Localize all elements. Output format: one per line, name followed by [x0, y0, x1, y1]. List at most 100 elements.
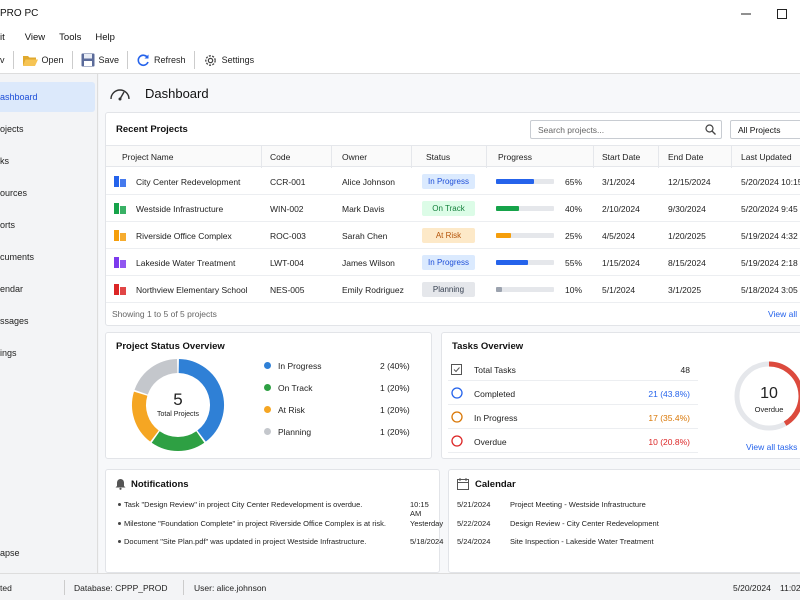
status-bar: ted Database: CPPP_PROD User: alice.john…	[0, 573, 800, 600]
toolbar: v Open Save Refresh Settings	[0, 47, 800, 74]
sidebar-collapse-button[interactable]: apse	[0, 538, 95, 568]
water-drop-icon	[113, 255, 127, 271]
calendar-event: Site Inspection - Lakeside Water Treatme…	[510, 537, 654, 546]
sidebar-item-documents[interactable]: cuments	[0, 242, 95, 272]
table-row[interactable]: Riverside Office Complex ROC-003 Sarah Che…	[106, 222, 800, 249]
last-updated: 5/20/2024 9:45	[741, 204, 798, 214]
toolbar-separator	[12, 51, 14, 69]
table-row[interactable]: Northview Elementary School NES-005 Emily …	[106, 276, 800, 303]
calendar-item[interactable]: 5/22/2024 Design Review - City Center Red…	[457, 519, 797, 537]
sidebar-item-label: ssages	[0, 316, 29, 326]
progress-fill	[496, 179, 534, 184]
column-header[interactable]: Progress	[498, 152, 532, 162]
start-date: 2/10/2024	[602, 204, 640, 214]
view-all-tasks-link[interactable]: View all tasks	[746, 442, 797, 452]
school-icon	[113, 282, 127, 298]
showing-text: Showing 1 to 5 of 5 projects	[112, 309, 217, 319]
table-row[interactable]: Westside Infrastructure WIN-002 Mark Davis…	[106, 195, 800, 222]
task-stat-row[interactable]: Total Tasks 48	[448, 357, 698, 381]
maximize-icon	[777, 8, 787, 19]
menu-help[interactable]: Help	[88, 32, 122, 43]
search-input[interactable]: Search projects...	[530, 120, 722, 139]
notification-item[interactable]: Task "Design Review" in project City Cen…	[118, 500, 438, 518]
legend-value: 1 (20%)	[380, 427, 410, 437]
menu-view[interactable]: View	[18, 32, 52, 43]
sidebar-item-resources[interactable]: ources	[0, 178, 95, 208]
table-row[interactable]: Lakeside Water Treatment LWT-004 James Wil…	[106, 249, 800, 276]
open-label: Open	[41, 55, 64, 65]
column-header[interactable]: Project Name	[122, 152, 174, 162]
refresh-icon	[137, 54, 149, 66]
total-projects-label: Total Projects	[156, 411, 200, 418]
settings-button[interactable]: Settings	[197, 49, 261, 71]
tasks-overview-card: Tasks Overview Total Tasks 48 Completed 21 …	[441, 332, 800, 459]
new-button[interactable]: v	[0, 49, 11, 71]
sidebar-item-settings[interactable]: ings	[0, 338, 95, 368]
page-header: Dashboard	[109, 84, 209, 102]
column-header[interactable]: Code	[270, 152, 290, 162]
total-projects-value: 5	[173, 390, 183, 409]
legend-label: Planning	[278, 427, 312, 437]
task-stat-value: 21 (43.8%)	[648, 389, 690, 399]
task-stat-value: 48	[680, 365, 690, 375]
sidebar: ashboard ojects ks ources orts cuments e…	[0, 74, 98, 573]
notification-text: Task "Design Review" in project City Cen…	[124, 500, 363, 509]
minimize-button[interactable]	[728, 0, 764, 27]
legend-item: On Track 1 (20%)	[264, 382, 414, 394]
sidebar-item-label: ks	[0, 156, 9, 166]
end-date: 9/30/2024	[668, 204, 706, 214]
column-header[interactable]: Owner	[342, 152, 367, 162]
sidebar-item-reports[interactable]: orts	[0, 210, 95, 240]
calendar-item[interactable]: 5/21/2024 Project Meeting - Westside Infr…	[457, 500, 797, 518]
notification-item[interactable]: Document "Site Plan.pdf" was updated in …	[118, 537, 443, 555]
maximize-button[interactable]	[764, 0, 800, 27]
column-header[interactable]: Last Updated	[741, 152, 792, 162]
sidebar-item-dashboard[interactable]: ashboard	[0, 82, 95, 112]
calendar-event: Project Meeting - Westside Infrastructur…	[510, 500, 646, 509]
toolbar-separator	[71, 51, 73, 69]
calendar-item[interactable]: 5/24/2024 Site Inspection - Lakeside Wate…	[457, 537, 797, 555]
new-label: v	[0, 55, 5, 65]
gear-icon	[204, 54, 216, 66]
project-filter-select[interactable]: All Projects	[730, 120, 800, 139]
database-label: Database: CPPP_PROD	[74, 583, 168, 593]
menu-bar: it View Tools Help	[0, 27, 800, 47]
task-stat-row[interactable]: Completed 21 (43.8%)	[448, 381, 698, 405]
notification-time: 5/18/2024	[410, 537, 444, 546]
sidebar-item-tasks[interactable]: ks	[0, 146, 95, 176]
open-button[interactable]: Open	[16, 49, 70, 71]
view-all-projects-link[interactable]: View all	[768, 309, 797, 319]
task-stat-row[interactable]: In Progress 17 (35.4%)	[448, 405, 698, 429]
column-header[interactable]: Start Date	[602, 152, 640, 162]
sidebar-item-projects[interactable]: ojects	[0, 114, 95, 144]
progress-bar	[496, 179, 554, 184]
save-button[interactable]: Save	[75, 49, 126, 71]
menu-edit[interactable]: it	[0, 32, 12, 43]
sidebar-item-calendar[interactable]: endar	[0, 274, 95, 304]
toolbar-separator	[127, 51, 129, 69]
project-filter-value: All Projects	[738, 125, 781, 135]
column-header[interactable]: End Date	[668, 152, 703, 162]
minimize-icon	[741, 13, 751, 14]
project-code: WIN-002	[270, 204, 304, 214]
progress-fill	[496, 233, 511, 238]
legend-dot	[264, 362, 271, 369]
progress-bar	[496, 206, 554, 211]
search-icon[interactable]	[705, 124, 716, 135]
building-icon	[113, 174, 127, 190]
table-row[interactable]: City Center Redevelopment CCR-001 Alice Jo…	[106, 168, 800, 195]
refresh-button[interactable]: Refresh	[130, 49, 192, 71]
notification-item[interactable]: Milestone "Foundation Complete" in proje…	[118, 519, 443, 537]
connection-status: ted	[0, 583, 12, 593]
task-stat-value: 10 (20.8%)	[648, 437, 690, 447]
column-header[interactable]: Status	[426, 152, 450, 162]
menu-tools[interactable]: Tools	[52, 32, 88, 43]
calendar-card: Calendar 5/21/2024 Project Meeting - West…	[448, 469, 800, 573]
task-stat-label: Total Tasks	[474, 365, 516, 375]
sidebar-item-messages[interactable]: ssages	[0, 306, 95, 336]
task-stat-row[interactable]: Overdue 10 (20.8%)	[448, 429, 698, 453]
end-date: 12/15/2024	[668, 177, 711, 187]
progress-text: 65%	[565, 177, 583, 187]
notification-text: Milestone "Foundation Complete" in proje…	[124, 519, 386, 528]
recent-projects-title: Recent Projects	[116, 124, 188, 135]
